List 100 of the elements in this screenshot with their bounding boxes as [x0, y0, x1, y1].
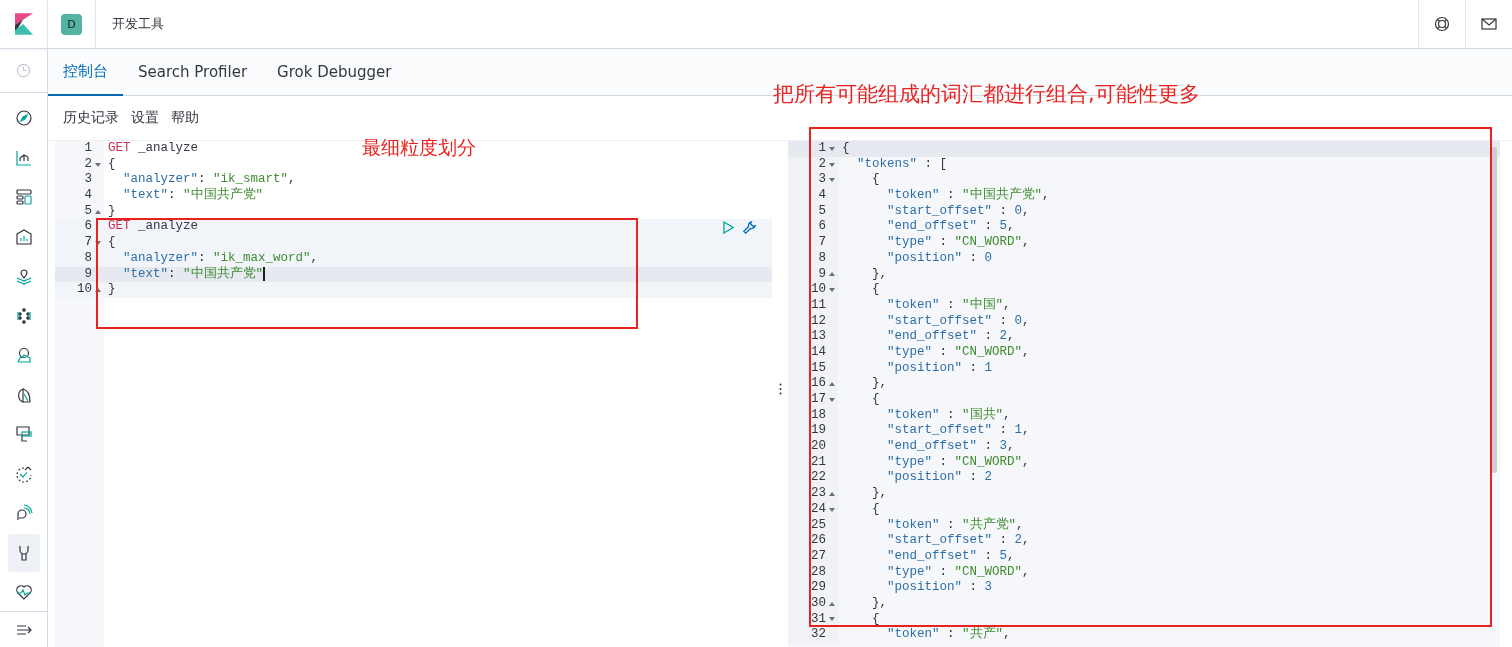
line-number: 13 — [811, 329, 826, 345]
line-number: 24 — [811, 501, 826, 518]
code-line: { — [871, 172, 880, 189]
fold-caret-icon[interactable] — [829, 491, 835, 496]
line-number: 3 — [818, 172, 826, 189]
line-number: 2 — [818, 156, 826, 173]
wrench-nav-item[interactable] — [7, 533, 40, 572]
line-number: 26 — [811, 533, 826, 549]
pin-icon[interactable] — [14, 267, 33, 286]
wrench-icon[interactable] — [742, 219, 757, 235]
line-number: 31 — [811, 611, 826, 628]
fold-caret-icon[interactable] — [95, 209, 101, 214]
code-line: }, — [871, 266, 887, 283]
line-number: 32 — [811, 627, 826, 643]
fold-caret-icon[interactable] — [829, 601, 835, 606]
line-number: 1 — [818, 141, 826, 157]
code-line: "analyzer": "ik_max_word", — [122, 250, 319, 266]
line-number: 3 — [84, 172, 92, 189]
line-number: 22 — [811, 470, 826, 487]
monitor-icon[interactable] — [14, 425, 33, 444]
code-line: "token" : "国共", — [886, 407, 1011, 424]
collapse-menu-icon[interactable] — [15, 623, 32, 636]
resize-handle[interactable] — [778, 383, 782, 395]
annotation-label: 最细粒度划分 — [362, 135, 476, 160]
code-line: }, — [871, 595, 887, 612]
help-icon[interactable] — [1434, 16, 1450, 32]
logo-icon[interactable] — [14, 13, 33, 35]
code-line: { — [871, 611, 880, 628]
code-line: "start_offset" : 0, — [886, 313, 1030, 330]
line-number: 18 — [811, 407, 826, 424]
chart-icon[interactable] — [14, 148, 33, 167]
heart-icon[interactable] — [14, 583, 33, 602]
code-line: "position" : 0 — [886, 250, 993, 267]
line-number: 25 — [811, 517, 826, 534]
line-number: 5 — [84, 203, 92, 220]
line-number: 30 — [811, 595, 826, 612]
menu-link[interactable]: 历史记录 — [63, 109, 119, 127]
fold-caret-icon[interactable] — [829, 382, 835, 387]
code-line: "type" : "CN_WORD", — [886, 564, 1030, 581]
line-number: 14 — [811, 344, 826, 361]
code-line: "end_offset" : 5, — [886, 548, 1015, 565]
tab[interactable]: 控制台 — [48, 49, 123, 96]
code-line: GET _analyze — [108, 219, 199, 236]
code-line: "position" : 2 — [886, 470, 993, 487]
line-number: 2 — [84, 156, 92, 173]
menu-link[interactable]: 帮助 — [171, 109, 199, 127]
fold-caret-icon[interactable] — [829, 507, 835, 512]
menu-link[interactable]: 设置 — [131, 109, 159, 127]
line-number: 7 — [84, 235, 92, 251]
annotation-label: 把所有可能组成的词汇都进行组合,可能性更多 — [773, 81, 1200, 108]
line-number: 23 — [811, 486, 826, 502]
line-number: 6 — [818, 219, 826, 236]
code-line: } — [108, 282, 116, 298]
code-line: "type" : "CN_WORD", — [886, 235, 1030, 251]
line-number: 19 — [811, 423, 826, 440]
code-line: }, — [871, 486, 887, 502]
line-number: 4 — [84, 188, 92, 204]
easel-icon[interactable] — [14, 227, 33, 246]
line-number: 21 — [811, 454, 826, 471]
code-line: "token" : "共产党", — [886, 517, 1024, 534]
signal-icon[interactable] — [14, 504, 33, 523]
fold-caret-icon[interactable] — [95, 288, 101, 293]
compass-icon[interactable] — [14, 109, 33, 128]
line-number: 9 — [84, 266, 92, 283]
fold-caret-icon[interactable] — [829, 288, 835, 293]
code-line: "text": "中国共产党" — [122, 266, 264, 283]
code-line: }, — [871, 376, 887, 392]
line-number: 29 — [811, 580, 826, 596]
line-number: 7 — [818, 235, 826, 251]
dots-icon[interactable] — [14, 306, 33, 325]
layout-icon[interactable] — [14, 188, 33, 207]
fold-caret-icon[interactable] — [829, 397, 835, 402]
fold-caret-icon[interactable] — [829, 617, 835, 622]
fold-caret-icon[interactable] — [95, 162, 101, 167]
fold-caret-icon[interactable] — [95, 240, 101, 245]
space-avatar[interactable]: D — [61, 13, 82, 35]
mail-icon[interactable] — [1481, 17, 1497, 31]
line-number: 8 — [84, 250, 92, 267]
fold-caret-icon[interactable] — [829, 272, 835, 277]
tab[interactable]: Grok Debugger — [262, 49, 407, 96]
line-number: 6 — [84, 219, 92, 236]
code-line: { — [871, 392, 880, 408]
tab[interactable]: Search Profiler — [123, 49, 263, 96]
code-line: "position" : 1 — [886, 360, 993, 377]
fold-caret-icon[interactable] — [829, 178, 835, 183]
code-line: "position" : 3 — [886, 580, 993, 596]
check-icon[interactable] — [14, 464, 33, 483]
page-title: 开发工具 — [112, 15, 164, 33]
line-number: 4 — [818, 188, 826, 204]
scrollbar[interactable] — [1491, 147, 1497, 473]
fold-caret-icon[interactable] — [829, 146, 835, 151]
code-line: "end_offset" : 2, — [886, 329, 1015, 345]
code-line: "end_offset" : 3, — [886, 439, 1015, 455]
code-line: { — [871, 501, 880, 518]
play-icon[interactable] — [723, 220, 734, 234]
line-number: 17 — [811, 392, 826, 408]
code-line: "start_offset" : 1, — [886, 423, 1030, 440]
fold-caret-icon[interactable] — [829, 162, 835, 167]
code-line: "analyzer": "ik_smart", — [122, 172, 296, 187]
code-line: { — [842, 141, 850, 157]
